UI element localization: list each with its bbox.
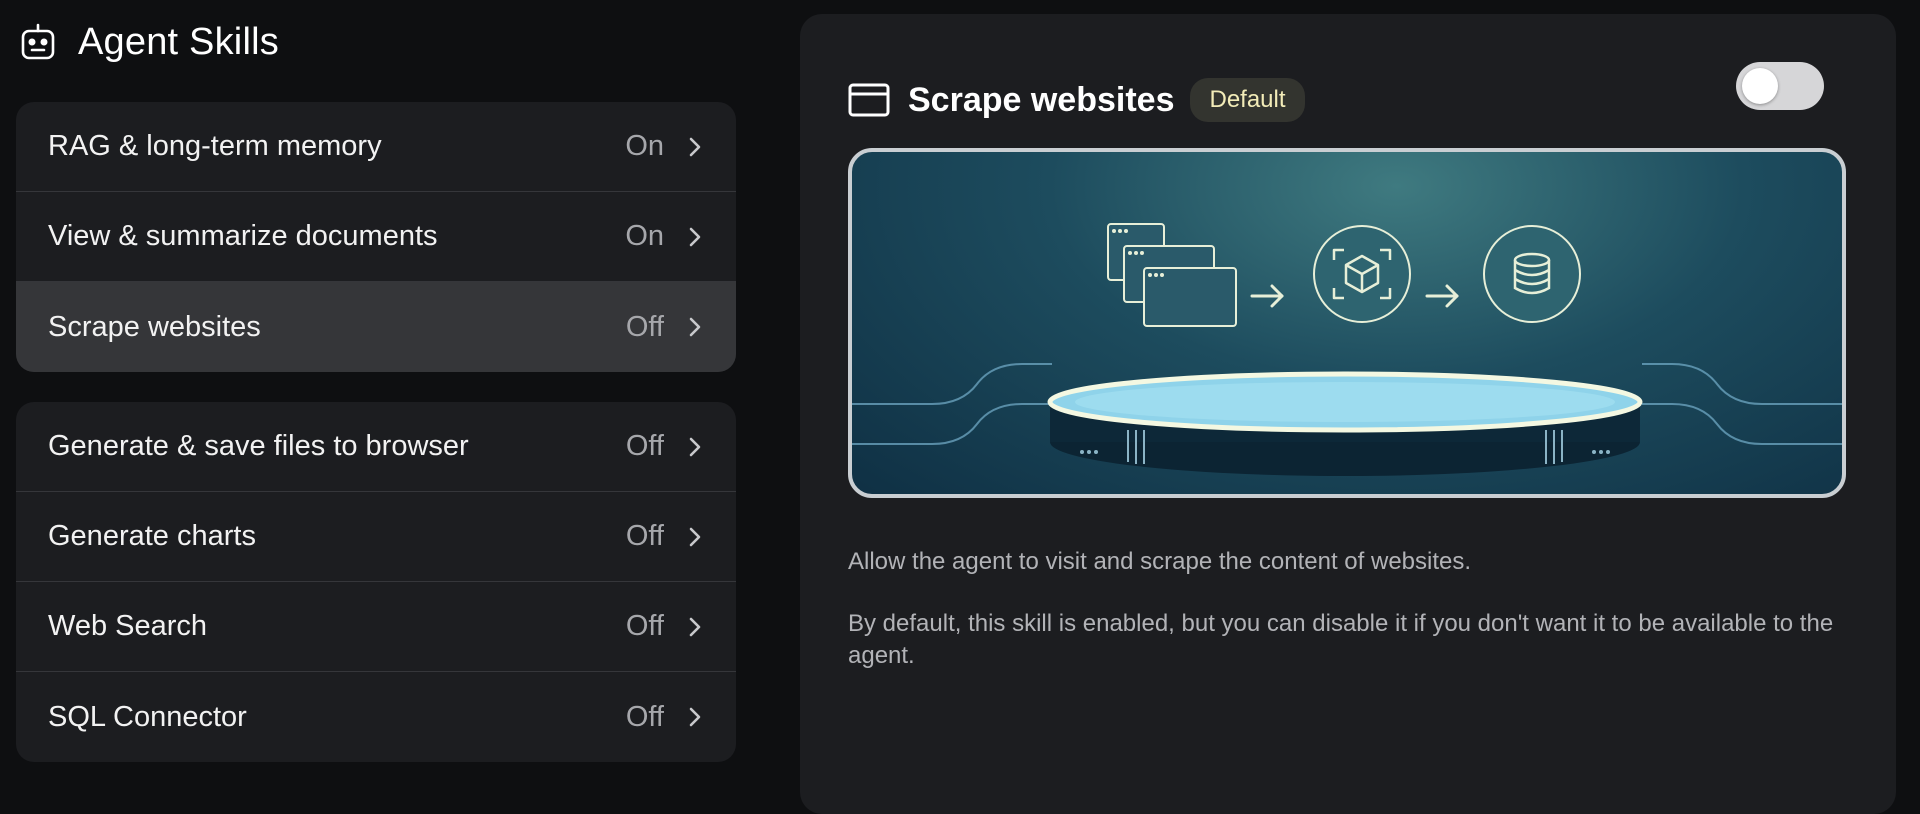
browser-window-icon xyxy=(848,82,890,118)
skill-item-web-search[interactable]: Web Search Off xyxy=(16,582,736,672)
robot-icon xyxy=(18,22,58,62)
chevron-right-icon xyxy=(686,524,704,550)
page-title: Agent Skills xyxy=(78,20,279,63)
skill-item-status: On xyxy=(625,220,664,252)
chevron-right-icon xyxy=(686,314,704,340)
skill-item-save-files[interactable]: Generate & save files to browser Off xyxy=(16,402,736,492)
description-line-1: Allow the agent to visit and scrape the … xyxy=(848,548,1472,575)
skill-item-status: Off xyxy=(625,700,664,733)
skill-detail-title: Scrape websites xyxy=(908,80,1175,119)
skills-group-tools: Generate & save files to browser Off Gen… xyxy=(16,402,736,762)
chevron-right-icon xyxy=(686,434,704,460)
chevron-right-icon xyxy=(686,704,704,730)
skill-item-status: Off xyxy=(625,610,664,642)
skill-detail-panel: Scrape websites Default Allow the agent … xyxy=(800,14,1896,814)
scrape-websites-illustration xyxy=(848,148,1846,498)
skill-item-label: Generate & save files to browser xyxy=(48,430,469,462)
skill-item-label: Generate charts xyxy=(48,520,256,552)
description-line-2: By default, this skill is enabled, but y… xyxy=(848,610,1834,669)
skill-item-label: RAG & long-term memory xyxy=(48,130,382,162)
default-badge: Default xyxy=(1190,78,1305,122)
skill-item-label: Web Search xyxy=(48,610,208,642)
skill-item-sql-connector[interactable]: SQL Connector Off xyxy=(16,672,736,762)
skill-item-status: Off xyxy=(625,430,664,462)
skill-item-status: Off xyxy=(625,310,664,343)
chevron-right-icon xyxy=(686,614,704,640)
skill-item-view-documents[interactable]: View & summarize documents On xyxy=(16,192,736,282)
page-header: Agent Skills xyxy=(16,0,736,84)
skill-enable-toggle[interactable] xyxy=(1736,62,1824,110)
chevron-right-icon xyxy=(686,134,704,160)
skills-sidebar: Agent Skills RAG & long-term memory On V… xyxy=(16,0,736,762)
skill-item-scrape-websites[interactable]: Scrape websites Off xyxy=(16,282,736,372)
skill-description: Allow the agent to visit and scrape the … xyxy=(848,546,1848,672)
skill-item-generate-charts[interactable]: Generate charts Off xyxy=(16,492,736,582)
skill-item-label: SQL Connector xyxy=(48,700,247,733)
skill-item-label: Scrape websites xyxy=(48,310,261,343)
skill-item-status: Off xyxy=(625,520,664,552)
skill-item-label: View & summarize documents xyxy=(48,220,438,252)
skill-detail-header: Scrape websites Default xyxy=(848,66,1848,134)
skill-item-rag-memory[interactable]: RAG & long-term memory On xyxy=(16,102,736,192)
chevron-right-icon xyxy=(686,224,704,250)
skills-group-core: RAG & long-term memory On View & summari… xyxy=(16,102,736,372)
skill-item-status: On xyxy=(625,130,664,162)
toggle-knob xyxy=(1742,68,1778,104)
